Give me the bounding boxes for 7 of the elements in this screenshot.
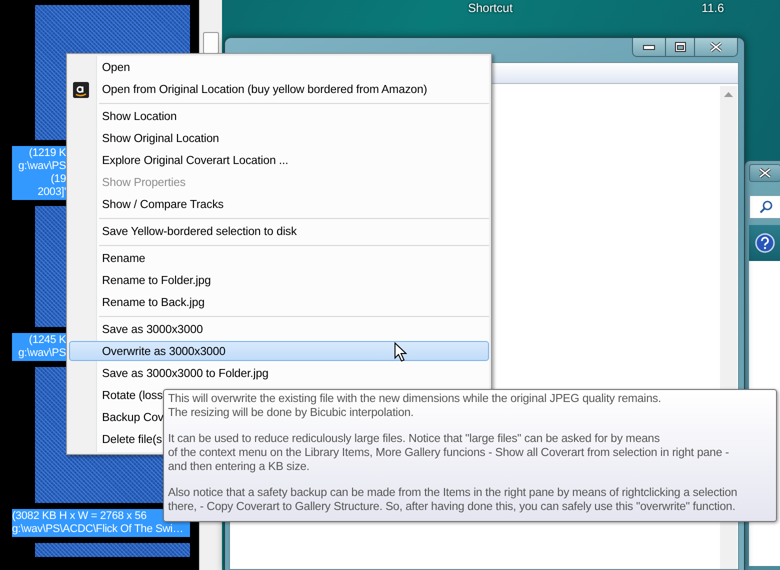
tooltip-text: This will overwrite the existing file with the new dimensions while the original JPEG quality remains. The resizing will be done by Bicubic interpolation.: [168, 392, 662, 420]
thumbnail-caption: (1245 K g:\wav\PS: [12, 333, 66, 361]
tooltip-text: It can be used to reduce rediculously large files. Notice that "large files" can be asked for by means of the context menu on the Library Items, More Gallery funcions - Show all Coverart from selection in right pane - and then entering a KB size.: [168, 432, 730, 474]
thumbnail-caption: (3082 KB H x W = 2768 x 56 g:\wav\PS\ACDC\Flick Of The Swi…: [12, 509, 190, 537]
desktop-label: Shortcut: [468, 1, 513, 15]
desktop-label: 11.6: [702, 1, 724, 15]
thumbnail-caption: (1219 K g:\wav\PS (19 2003]': [12, 146, 66, 200]
